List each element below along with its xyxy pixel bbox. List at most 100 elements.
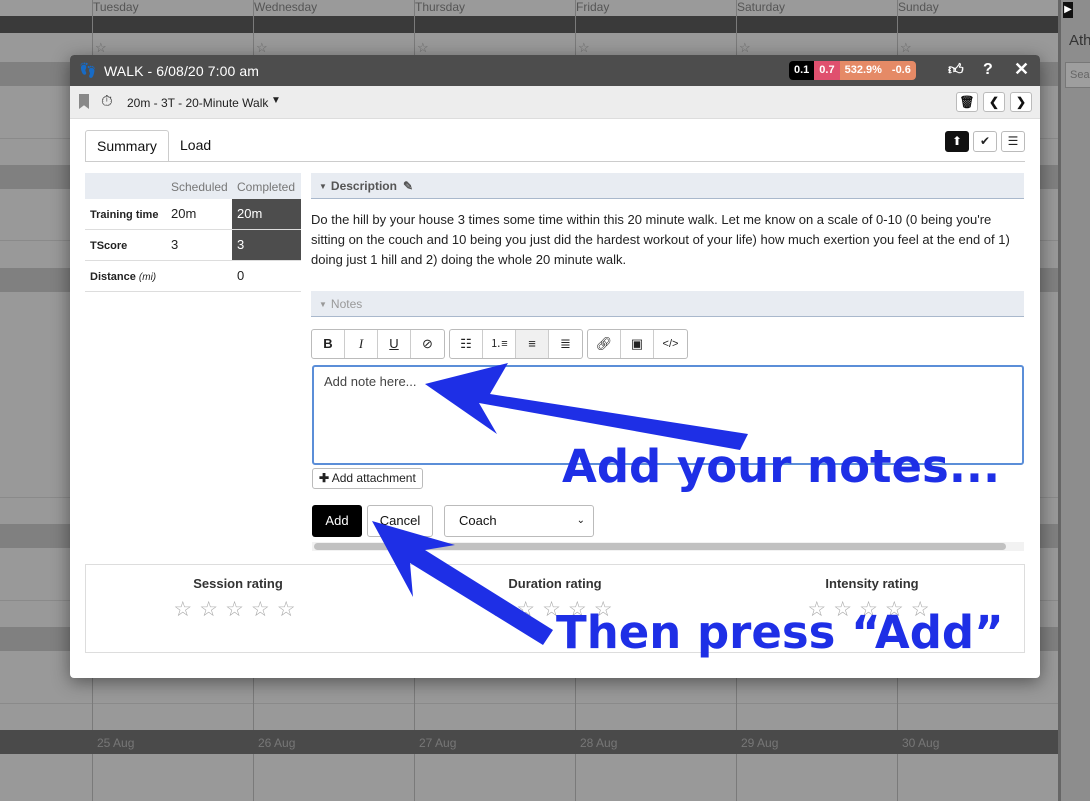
modal-titlebar: 👣 WALK - 6/08/20 7:00 am 0.1 0.7 532.9% … xyxy=(70,55,1040,86)
bullet-list-icon[interactable]: ☷ xyxy=(450,330,483,358)
code-icon[interactable]: </> xyxy=(654,330,687,358)
star-icon[interactable]: ☆ xyxy=(578,40,590,56)
notes-header[interactable]: ▼ Notes xyxy=(311,291,1024,317)
panel-toggle-icon[interactable]: ▶ xyxy=(1063,2,1073,18)
day-wednesday: Wednesday xyxy=(254,0,318,14)
bold-icon[interactable]: B xyxy=(312,330,345,358)
day-saturday: Saturday xyxy=(737,0,786,14)
bookmark-icon[interactable] xyxy=(79,94,89,109)
note-role-value: Coach xyxy=(459,513,497,528)
delete-button[interactable]: 🗑 xyxy=(956,92,978,112)
athlete-panel: ▶ Ath Sea xyxy=(1058,0,1090,801)
add-note-button[interactable]: Add xyxy=(312,505,362,537)
athlete-search-input[interactable]: Sea xyxy=(1065,62,1090,88)
triangle-down-icon: ▼ xyxy=(319,182,327,191)
stat-completed[interactable]: 3 xyxy=(232,230,301,260)
rating-title: Duration rating xyxy=(508,576,602,591)
add-attachment-label: Add attachment xyxy=(331,471,416,485)
completed-header: Completed xyxy=(237,180,296,194)
star-rating-icon[interactable]: ☆☆☆☆☆ xyxy=(88,597,388,622)
description-header[interactable]: ▼ Description ✎ xyxy=(311,173,1024,199)
notes-header-label: Notes xyxy=(330,297,363,311)
chevron-down-icon[interactable]: ▼ xyxy=(271,95,281,106)
day-sunday: Sunday xyxy=(898,0,939,14)
format-toolbar-group: B I U ⊘ xyxy=(311,329,445,359)
cancel-button[interactable]: Cancel xyxy=(367,505,433,537)
metric-value: -0.6 xyxy=(886,61,916,80)
horizontal-scrollbar[interactable] xyxy=(312,542,1024,551)
scrollbar-thumb[interactable] xyxy=(314,543,1006,550)
underline-icon[interactable]: U xyxy=(378,330,411,358)
stats-header: Scheduled Completed xyxy=(85,173,301,199)
table-row: Distance (mi) 0 xyxy=(85,261,301,292)
day-thursday: Thursday xyxy=(415,0,466,14)
upload-icon[interactable]: ⬆ xyxy=(945,131,969,152)
rating-title: Intensity rating xyxy=(825,576,919,591)
tab-summary[interactable]: Summary xyxy=(85,130,169,162)
previous-button[interactable]: ❮ xyxy=(983,92,1005,112)
star-icon[interactable]: ☆ xyxy=(95,40,107,56)
stopwatch-icon: ⏱ xyxy=(101,93,113,110)
stat-label: Distance (mi) xyxy=(90,271,156,283)
stat-label: Training time xyxy=(90,209,159,221)
stat-label-text: Distance xyxy=(90,271,136,283)
align-left-icon[interactable]: ≡ xyxy=(516,330,549,358)
date-label: 29 Aug xyxy=(741,736,779,750)
help-icon[interactable]: ? xyxy=(983,61,993,79)
metric-value: 0.1 xyxy=(789,61,815,80)
metric-value: 532.9% xyxy=(839,61,887,80)
star-icon[interactable]: ☆ xyxy=(900,40,912,56)
workout-toolbar: ⏱ 20m - 3T - 20-Minute Walk ▼ 🗑 ❮ ❯ xyxy=(70,86,1040,119)
metric-value: 0.7 xyxy=(814,61,840,80)
modal-title: WALK - 6/08/20 7:00 am xyxy=(104,63,259,79)
date-label: 27 Aug xyxy=(419,736,457,750)
tab-load[interactable]: Load xyxy=(169,130,222,162)
stat-scheduled[interactable]: 20m xyxy=(171,206,196,221)
workout-selector[interactable]: 20m - 3T - 20-Minute Walk xyxy=(127,96,268,110)
italic-icon[interactable]: I xyxy=(345,330,378,358)
thumbs-up-icon[interactable]: 👍︎ xyxy=(948,61,964,79)
close-icon[interactable]: ✕ xyxy=(1014,59,1029,80)
workout-modal: 👣 WALK - 6/08/20 7:00 am 0.1 0.7 532.9% … xyxy=(70,55,1040,678)
plus-icon: ✚ xyxy=(319,471,330,485)
workout-metrics: 0.1 0.7 532.9% -0.6 xyxy=(789,61,916,80)
edit-icon[interactable]: ✎ xyxy=(403,179,413,193)
align-right-icon[interactable]: ≣ xyxy=(549,330,582,358)
triangle-down-icon: ▼ xyxy=(319,300,327,309)
footsteps-icon: 👣 xyxy=(79,62,97,78)
stat-completed[interactable]: 0 xyxy=(232,261,301,291)
link-icon[interactable]: 🔗︎ xyxy=(588,330,621,358)
next-button[interactable]: ❯ xyxy=(1010,92,1032,112)
checkmark-icon[interactable]: ✔ xyxy=(973,131,997,152)
menu-icon[interactable]: ☰ xyxy=(1001,131,1025,152)
date-label: 28 Aug xyxy=(580,736,618,750)
date-label: 26 Aug xyxy=(258,736,296,750)
day-friday: Friday xyxy=(576,0,610,14)
insert-toolbar-group: 🔗︎ ▣ </> xyxy=(587,329,688,359)
day-tuesday: Tuesday xyxy=(93,0,139,14)
add-attachment-button[interactable]: ✚ Add attachment xyxy=(312,468,423,489)
athlete-panel-label: Ath xyxy=(1069,32,1090,49)
image-icon[interactable]: ▣ xyxy=(621,330,654,358)
star-icon[interactable]: ☆ xyxy=(739,40,751,56)
chevron-down-icon: ⌄ xyxy=(576,515,585,526)
table-row: TScore 3 3 xyxy=(85,230,301,261)
annotation-text: Add your notes... xyxy=(562,440,1001,493)
rating-title: Session rating xyxy=(193,576,283,591)
numbered-list-icon[interactable]: ⒈≡ xyxy=(483,330,516,358)
scheduled-header: Scheduled xyxy=(171,180,228,194)
session-rating: Session rating ☆☆☆☆☆ xyxy=(88,565,388,622)
date-label: 30 Aug xyxy=(902,736,940,750)
stat-label: TScore xyxy=(90,240,128,252)
paragraph-toolbar-group: ☷ ⒈≡ ≡ ≣ xyxy=(449,329,583,359)
stat-scheduled[interactable]: 3 xyxy=(171,237,178,252)
week-date-row xyxy=(0,730,1058,754)
note-role-select[interactable]: Coach ⌄ xyxy=(444,505,594,537)
week-band xyxy=(0,16,1058,33)
description-header-label: Description xyxy=(330,179,397,193)
star-icon[interactable]: ☆ xyxy=(417,40,429,56)
stats-table: Scheduled Completed Training time 20m 20… xyxy=(85,173,301,292)
star-icon[interactable]: ☆ xyxy=(256,40,268,56)
clear-format-icon[interactable]: ⊘ xyxy=(411,330,444,358)
stat-completed[interactable]: 20m xyxy=(232,199,301,229)
